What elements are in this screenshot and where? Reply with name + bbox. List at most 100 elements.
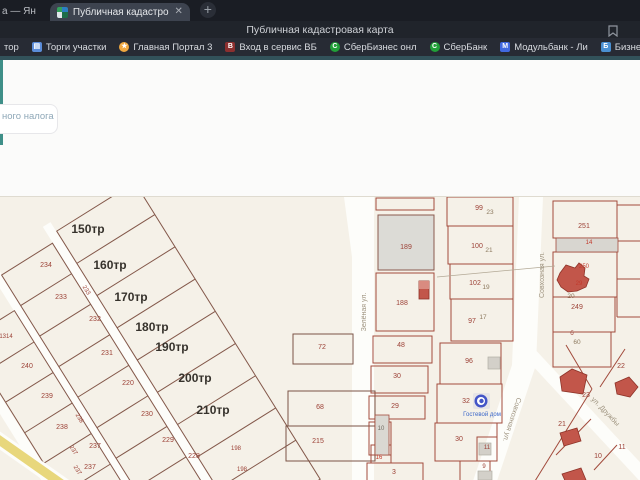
parcel-number: 22	[617, 363, 625, 370]
price-label: 150тр	[71, 222, 104, 236]
bookmark-favicon: ★	[119, 42, 130, 52]
page-title: Публичная кадастровая карта	[246, 23, 394, 36]
address-number: 60	[573, 339, 581, 346]
bookmark-favicon: М	[500, 42, 511, 52]
parcel-number-red: 250	[579, 264, 590, 270]
background-tab[interactable]: а — Ян	[0, 6, 40, 21]
parcel-number: 232	[89, 316, 101, 323]
parcel-number: 11	[618, 444, 625, 451]
parcel-number-red: 16	[376, 455, 383, 461]
parcel-number: 96	[465, 358, 473, 365]
bookmark-item[interactable]: тор	[4, 42, 19, 53]
parcel-number: 10	[594, 453, 602, 460]
price-label: 200тр	[178, 371, 211, 385]
price-label: 190тр	[155, 340, 188, 354]
price-label: 170тр	[114, 290, 147, 304]
parcel-number: 231	[101, 350, 113, 357]
bookmark-label: тор	[4, 41, 19, 53]
parcel-number: 102	[469, 280, 481, 287]
cadastral-map[interactable]: 150тр 160тр 170тр 180тр 190тр 200тр 210тр 234 23…	[0, 181, 640, 480]
parcel-number: 72	[318, 344, 326, 351]
bookmarks-bar: тор ▤ Торги участки ★ Главная Портал 3 В Вход …	[0, 38, 640, 56]
parcel-number: 99	[475, 205, 483, 212]
street-label: Совхозная ул.	[539, 252, 546, 298]
parcel-number: 97	[468, 318, 476, 325]
price-label: 180тр	[135, 320, 168, 334]
price-label: 160тр	[93, 258, 126, 272]
bookmark-item[interactable]: С СберБизнес онл	[329, 41, 417, 53]
tab-bar: а — Ян Публичная кадастров ✕ +	[0, 0, 640, 21]
parcel-number: 198	[231, 446, 242, 452]
bookmark-favicon: С	[329, 42, 340, 52]
parcel-number: 29	[391, 403, 399, 410]
bookmark-favicon: Б	[600, 42, 611, 52]
address-number: 23	[486, 209, 494, 216]
bookmark-item[interactable]: ББизнес Платфор	[600, 41, 640, 53]
parcel-number: 100	[471, 243, 483, 250]
parcel-number: 228	[188, 453, 200, 460]
bookmark-label: СберБанк	[443, 41, 488, 53]
address-bar[interactable]: Публичная кадастровая карта	[0, 21, 640, 38]
address-number: 21	[485, 247, 493, 254]
bookmark-favicon: С	[429, 42, 440, 52]
parcel-number: 233	[55, 294, 67, 301]
parcel-number: 21	[558, 421, 566, 428]
parcel-number: 68	[316, 404, 324, 411]
bookmark-label: СберБизнес онл	[343, 41, 417, 53]
parcel-number: 215	[312, 438, 324, 445]
parcel-number: 240	[21, 363, 33, 370]
bookmark-label: Вход в сервис ВБ	[239, 41, 317, 53]
parcel-number: 237	[89, 443, 101, 450]
parcel-number: 237	[84, 464, 96, 471]
selected-parcel-189[interactable]	[377, 214, 435, 271]
parcel-number: 220	[122, 380, 134, 387]
parcel-number: 198	[237, 467, 248, 473]
bookmark-favicon: В	[225, 42, 236, 52]
parcel-number: 189	[400, 244, 412, 251]
parcel-10-strip[interactable]	[374, 414, 390, 456]
parcel-number: 11	[484, 445, 491, 451]
parcel-number: 3	[392, 469, 396, 476]
parcel-number: 32	[462, 398, 470, 405]
poi-label: Гостевой дом	[463, 411, 501, 418]
tab-close-icon[interactable]: ✕	[174, 7, 182, 17]
parcel-number: 230	[141, 411, 153, 418]
building-roof	[419, 281, 429, 289]
parcel-number: 249	[571, 304, 583, 311]
page-content: ного налога	[0, 60, 640, 196]
bookmark-item[interactable]: С СберБанк	[429, 41, 488, 53]
suggestion-text: ного налога	[2, 111, 54, 122]
address-number: 19	[482, 284, 490, 291]
bookmark-favicon: ▤	[31, 42, 42, 52]
parcel-number: 1314	[0, 334, 13, 340]
parcel-number-red: 29	[576, 281, 583, 287]
bookmark-label: Модульбанк - Ли	[514, 41, 588, 53]
parcel-number: 30	[455, 436, 463, 443]
bookmark-item[interactable]: ★ Главная Портал 3	[119, 42, 212, 53]
new-tab-button[interactable]: +	[199, 2, 216, 18]
tab-title: Публичная кадастров	[72, 6, 170, 18]
bookmark-label: Главная Портал 3	[133, 41, 213, 53]
address-number: 17	[479, 314, 487, 321]
parcel-number-red: 14	[586, 240, 593, 246]
parcel-number: 48	[397, 342, 405, 349]
bookmark-item[interactable]: В Вход в сервис ВБ	[225, 41, 317, 53]
address-number: 20	[567, 293, 575, 300]
bookmark-label: Торги участки	[45, 41, 107, 53]
parcel-number: 229	[162, 437, 174, 444]
parcel-number: 251	[578, 223, 590, 230]
browser-window: а — Ян Публичная кадастров ✕ + Публичная…	[0, 0, 640, 480]
parcel-number: 30	[393, 373, 401, 380]
street-label: Зелёная ул.	[361, 293, 368, 332]
pkk-favicon	[56, 6, 68, 18]
parcel-number: 239	[41, 393, 53, 400]
bookmark-label: Бизнес Платфор	[614, 41, 640, 53]
parcel-number: 238	[56, 424, 68, 431]
bookmark-item[interactable]: М Модульбанк - Ли	[500, 42, 588, 53]
parcel-number: 23	[582, 392, 590, 399]
parcel-number: б	[570, 331, 574, 337]
guest-house-poi-icon[interactable]	[473, 393, 490, 409]
bookmark-item[interactable]: ▤ Торги участки	[31, 41, 107, 53]
active-tab[interactable]: Публичная кадастров ✕	[49, 3, 190, 21]
parcel-number: 188	[396, 300, 408, 307]
